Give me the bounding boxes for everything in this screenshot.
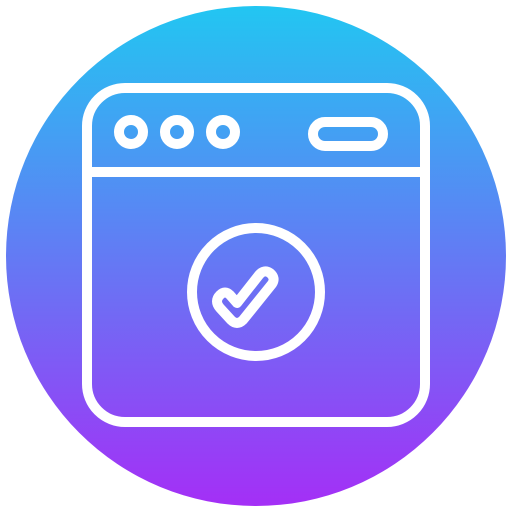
browser-window-check-icon: [6, 6, 506, 506]
gradient-circle-background: [6, 6, 506, 506]
icon-canvas: [0, 0, 512, 512]
